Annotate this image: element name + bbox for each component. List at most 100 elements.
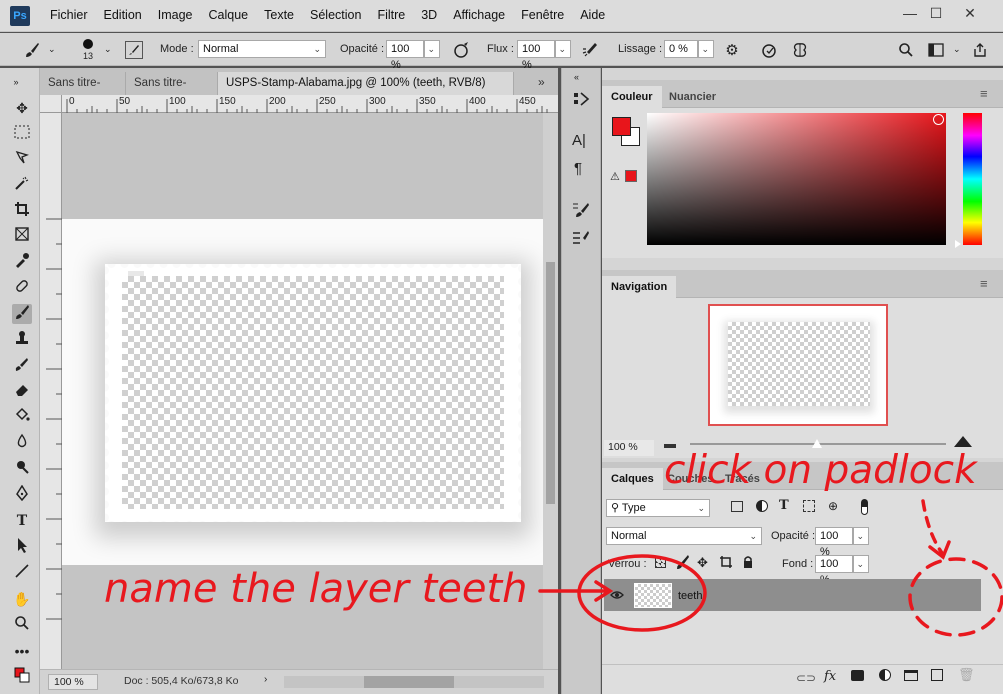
history-brush-tool-icon[interactable] (12, 356, 32, 376)
flow-input[interactable]: 100 % (517, 40, 555, 71)
panel-menu-icon[interactable]: ≡ (980, 86, 988, 101)
pressure-size-icon[interactable] (759, 41, 779, 59)
tab-navigation[interactable]: Navigation (602, 276, 677, 298)
brush-settings-icon[interactable] (125, 41, 143, 59)
menu-affichage[interactable]: Affichage (445, 8, 513, 22)
search-icon[interactable] (896, 41, 916, 59)
share-icon[interactable] (970, 41, 990, 59)
hand-tool-icon[interactable]: ✋ (12, 589, 32, 609)
new-layer-icon[interactable] (931, 669, 943, 681)
blur-tool-icon[interactable] (12, 433, 32, 453)
smoothing-input[interactable]: 0 % (664, 40, 698, 58)
chevron-down-icon[interactable]: ⌄ (104, 44, 112, 55)
chevron-down-icon[interactable]: ⌄ (953, 44, 961, 55)
chevron-down-icon[interactable]: ⌄ (48, 44, 56, 55)
eraser-tool-icon[interactable] (12, 381, 32, 401)
gamut-warning-icon[interactable]: ⚠ (610, 170, 620, 183)
panel-menu-icon[interactable]: ≡ (980, 276, 988, 291)
link-layers-icon[interactable]: ⊂⊃ (796, 671, 816, 685)
brush-tip-icon[interactable] (83, 39, 93, 49)
menu-fenetre[interactable]: Fenêtre (513, 8, 572, 22)
gamut-swatch[interactable] (625, 170, 637, 182)
menu-edition[interactable]: Edition (96, 8, 150, 22)
dodge-tool-icon[interactable] (12, 459, 32, 479)
mode-select[interactable]: Normal ⌄ (198, 40, 326, 58)
tab-usps-stamp[interactable]: USPS-Stamp-Alabama.jpg @ 100% (teeth, RV… (218, 72, 514, 111)
zoom-field[interactable]: 100 % (48, 674, 98, 690)
close-window-button[interactable]: ✕ (958, 4, 982, 24)
tab-sans-titre-2[interactable]: Sans titre-2× (40, 72, 126, 111)
color-swap-icon[interactable] (12, 667, 32, 687)
pressure-opacity-icon[interactable] (451, 41, 471, 59)
gear-icon[interactable]: ⚙ (722, 41, 742, 59)
smoothing-dropdown[interactable]: ⌄ (698, 40, 714, 58)
workspace-icon[interactable] (926, 41, 946, 59)
fx-icon[interactable]: fx (824, 669, 836, 684)
menu-fichier[interactable]: Fichier (42, 8, 96, 22)
opacity-input[interactable]: 100 % (386, 40, 424, 71)
adjustment-layer-icon[interactable] (879, 669, 891, 681)
frame-tool-icon[interactable] (12, 226, 32, 246)
history-panel-icon[interactable] (572, 90, 592, 110)
brush-settings-panel-icon[interactable] (572, 201, 592, 221)
lasso-tool-icon[interactable] (12, 149, 32, 169)
add-mask-icon[interactable] (851, 670, 864, 681)
collapse-icon[interactable]: » (6, 72, 26, 92)
menu-image[interactable]: Image (150, 8, 201, 22)
hscroll-thumb[interactable] (364, 676, 454, 688)
navigator-zoom-field[interactable]: 100 % (604, 440, 654, 456)
scrollbar-thumb[interactable] (546, 262, 555, 504)
marquee-tool-icon[interactable] (12, 124, 32, 144)
menu-aide[interactable]: Aide (572, 8, 613, 22)
circle-layer-thumb (577, 554, 707, 632)
zoom-tool-icon[interactable] (12, 615, 32, 635)
color-panel-header: Couleur Nuancier ≡ (602, 80, 1003, 108)
line-tool-icon[interactable] (12, 563, 32, 583)
tab-couleur[interactable]: Couleur (602, 86, 662, 108)
eyedropper-tool-icon[interactable] (12, 252, 32, 272)
airbrush-icon[interactable] (580, 41, 600, 59)
healing-brush-tool-icon[interactable] (12, 278, 32, 298)
color-picker-handle[interactable] (933, 114, 944, 125)
minimize-button[interactable]: — (898, 4, 922, 24)
hue-slider[interactable] (963, 113, 982, 245)
tab-sans-titre-3[interactable]: Sans titre-3× (126, 72, 218, 111)
menu-calque[interactable]: Calque (201, 8, 257, 22)
collapse-icon[interactable]: « (574, 72, 579, 82)
hue-slider-handle[interactable] (955, 240, 961, 248)
tab-nuancier[interactable]: Nuancier (660, 86, 725, 108)
brush-tool-icon[interactable] (12, 304, 32, 324)
zoom-in-icon[interactable] (954, 436, 972, 447)
paragraph-panel-icon[interactable]: ¶ (574, 160, 594, 180)
type-tool-icon[interactable]: T (12, 511, 32, 531)
flow-label: Flux : (487, 43, 514, 55)
ruler-label: 200 (269, 96, 286, 107)
menu-selection[interactable]: Sélection (302, 8, 369, 22)
move-tool-icon[interactable]: ✥ (12, 98, 32, 118)
path-selection-tool-icon[interactable] (12, 537, 32, 557)
brush-presets-panel-icon[interactable] (572, 229, 592, 249)
brush-tool-preset-icon[interactable] (22, 41, 42, 59)
foreground-color-swatch[interactable] (612, 117, 631, 136)
more-tabs-icon[interactable]: » (538, 75, 545, 89)
trash-icon[interactable]: 🗑 (958, 667, 975, 683)
pen-tool-icon[interactable] (12, 484, 32, 505)
character-panel-icon[interactable]: A| (572, 132, 592, 152)
symmetry-icon[interactable] (790, 41, 810, 59)
more-tools-icon[interactable]: ••• (12, 641, 32, 661)
menu-texte[interactable]: Texte (256, 8, 302, 22)
flow-dropdown[interactable]: ⌄ (555, 40, 571, 58)
color-spectrum[interactable] (647, 113, 946, 245)
opacity-dropdown[interactable]: ⌄ (424, 40, 440, 58)
new-group-icon[interactable] (904, 670, 918, 681)
chevron-right-icon[interactable]: › (264, 674, 267, 685)
maximize-button[interactable]: ☐ (924, 4, 948, 24)
menu-3d[interactable]: 3D (413, 8, 445, 22)
zoom-slider-handle[interactable] (812, 439, 822, 448)
paint-bucket-tool-icon[interactable] (12, 407, 32, 427)
clone-stamp-tool-icon[interactable] (12, 330, 32, 350)
magic-wand-tool-icon[interactable] (12, 175, 32, 195)
menu-filtre[interactable]: Filtre (369, 8, 413, 22)
crop-tool-icon[interactable] (12, 201, 32, 221)
tab-calques[interactable]: Calques (602, 468, 663, 490)
